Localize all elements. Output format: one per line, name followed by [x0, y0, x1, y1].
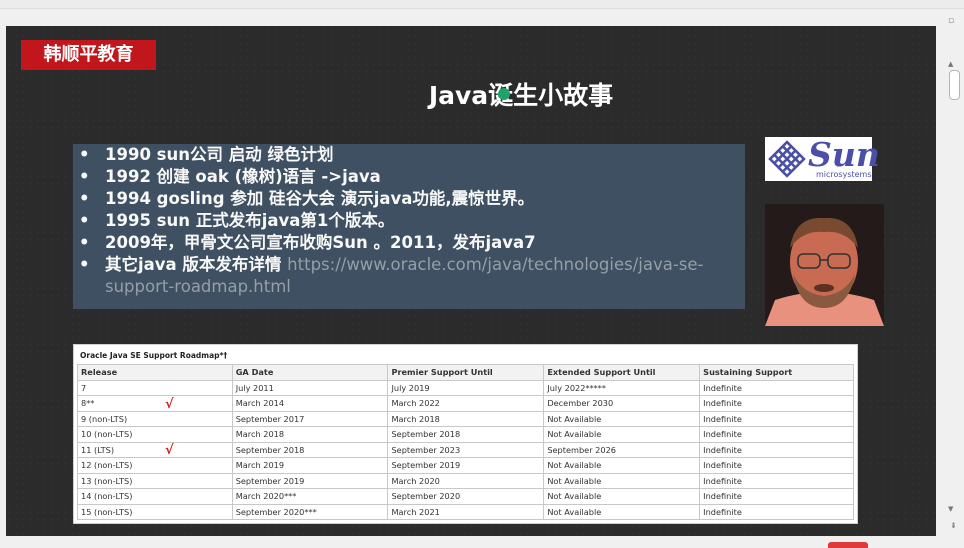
- table-cell: 14 (non-LTS): [77, 488, 233, 505]
- sun-logo-subtitle: microsystems: [816, 170, 872, 179]
- table-cell: March 2020: [387, 472, 545, 489]
- bullet-label: 其它java 版本发布详情: [105, 255, 288, 274]
- column-header: Extended Support Until: [543, 364, 701, 381]
- column-header: GA Date: [231, 364, 389, 381]
- table-cell: September 2017: [231, 410, 389, 427]
- table-cell: March 2018: [231, 426, 389, 443]
- slide-title: Java诞生小故事: [428, 81, 614, 110]
- java8-checkmark: √: [165, 397, 174, 412]
- table-row: 12 (non-LTS) March 2019 September 2019 Not …: [77, 457, 854, 474]
- table-cell: 15 (non-LTS): [77, 503, 233, 520]
- portrait-icon: [765, 204, 884, 326]
- table-cell: September 2023: [387, 441, 545, 458]
- table-cell: 13 (non-LTS): [77, 472, 233, 489]
- column-header: Premier Support Until: [387, 364, 545, 381]
- table-cell: Not Available: [543, 426, 701, 443]
- table-cell: Indefinite: [699, 488, 854, 505]
- table-row: 15 (non-LTS) September 2020*** March 2021 N…: [77, 503, 854, 520]
- table-cell: 7: [77, 379, 233, 396]
- vertical-scrollbar[interactable]: [946, 60, 964, 548]
- table-cell: September 2019: [387, 457, 545, 474]
- table-row: 14 (non-LTS) March 2020*** September 2020 N…: [77, 488, 854, 505]
- table-cell: March 2014: [231, 395, 389, 412]
- table-cell: September 2019: [231, 472, 389, 489]
- table-cell: 11 (LTS): [77, 441, 233, 458]
- table-cell: Indefinite: [699, 379, 854, 396]
- table-row: 9 (non-LTS) September 2017 March 2018 Not A…: [77, 410, 854, 427]
- support-roadmap-table: Oracle Java SE Support Roadmap*† Release…: [73, 344, 858, 524]
- sun-logo-word: Sun: [808, 135, 880, 174]
- table-row: 7 July 2011 July 2019 July 2022***** Indefin…: [77, 379, 854, 396]
- table-cell: July 2019: [387, 379, 545, 396]
- table-cell: 12 (non-LTS): [77, 457, 233, 474]
- bullet-item: 1990 sun公司 启动 绿色计划: [79, 144, 745, 166]
- table-cell: 9 (non-LTS): [77, 410, 233, 427]
- bullet-item: 1992 创建 oak (橡树)语言 ->java: [79, 166, 745, 188]
- table-row: 13 (non-LTS) September 2019 March 2020 Not …: [77, 472, 854, 489]
- table-cell: March 2022: [387, 395, 545, 412]
- table-header-row: Release GA Date Premier Support Until Ex…: [77, 364, 854, 381]
- table-cell: Indefinite: [699, 426, 854, 443]
- table-cell: July 2011: [231, 379, 389, 396]
- table-cell: Not Available: [543, 472, 701, 489]
- table-cell: September 2018: [387, 426, 545, 443]
- table-cell: September 2026: [543, 441, 701, 458]
- scroll-up-icon[interactable]: ▲: [948, 60, 953, 68]
- next-page-icon[interactable]: ⇟: [950, 521, 957, 530]
- table-cell: 8**: [77, 395, 233, 412]
- table-cell: Indefinite: [699, 457, 854, 474]
- table-cell: September 2018: [231, 441, 389, 458]
- sun-diamond-icon: [768, 140, 806, 178]
- sun-logo: Sun microsystems: [765, 135, 880, 181]
- scroll-down-icon[interactable]: ▼: [948, 505, 953, 513]
- table-cell: March 2021: [387, 503, 545, 520]
- scrollbar-thumb[interactable]: [949, 70, 960, 100]
- table-cell: Indefinite: [699, 441, 854, 458]
- table-cell: Indefinite: [699, 472, 854, 489]
- table-row: 11 (LTS) September 2018 September 2023 Sept…: [77, 441, 854, 458]
- bullet-item: 1995 sun 正式发布java第1个版本。: [79, 210, 745, 232]
- slide: 韩顺平教育 Java诞生小故事 1990 sun公司 启动 绿色计划 1992 …: [6, 26, 936, 536]
- table-row: 8** March 2014 March 2022 December 2030 Inde…: [77, 395, 854, 412]
- java11-checkmark: √: [165, 443, 174, 458]
- table-cell: Not Available: [543, 457, 701, 474]
- table-cell: March 2020***: [231, 488, 389, 505]
- table-cell: December 2030: [543, 395, 701, 412]
- bullet-item: 1994 gosling 参加 硅谷大会 演示java功能,震惊世界。: [79, 188, 745, 210]
- table-cell: July 2022*****: [543, 379, 701, 396]
- table-cell: Not Available: [543, 410, 701, 427]
- table-cell: Indefinite: [699, 503, 854, 520]
- window-top-bar: [0, 0, 964, 9]
- bullet-panel: 1990 sun公司 启动 绿色计划 1992 创建 oak (橡树)语言 ->…: [73, 144, 745, 309]
- bullet-item: 2009年，甲骨文公司宣布收购Sun 。2011，发布java7: [79, 232, 745, 254]
- column-header: Sustaining Support: [699, 364, 854, 381]
- roadmap-table: Release GA Date Premier Support Until Ex…: [77, 364, 854, 520]
- table-cell: Indefinite: [699, 410, 854, 427]
- brand-badge: 韩顺平教育: [21, 40, 156, 70]
- table-cell: Indefinite: [699, 395, 854, 412]
- bullet-item: 其它java 版本发布详情 https://www.oracle.com/jav…: [79, 254, 745, 298]
- table-cell: September 2020: [387, 488, 545, 505]
- column-header: Release: [77, 364, 233, 381]
- window-corner-icon[interactable]: ▫: [948, 16, 954, 26]
- table-cell: September 2020***: [231, 503, 389, 520]
- table-caption: Oracle Java SE Support Roadmap*†: [80, 351, 228, 360]
- table-row: 10 (non-LTS) March 2018 September 2018 Not …: [77, 426, 854, 443]
- bottom-red-button[interactable]: [828, 542, 868, 548]
- table-cell: Not Available: [543, 488, 701, 505]
- table-cell: Not Available: [543, 503, 701, 520]
- table-cell: March 2019: [231, 457, 389, 474]
- cursor-dot-icon: [498, 88, 510, 100]
- table-cell: 10 (non-LTS): [77, 426, 233, 443]
- table-cell: March 2018: [387, 410, 545, 427]
- bullet-list: 1990 sun公司 启动 绿色计划 1992 创建 oak (橡树)语言 ->…: [73, 144, 745, 298]
- gosling-photo: [765, 204, 884, 326]
